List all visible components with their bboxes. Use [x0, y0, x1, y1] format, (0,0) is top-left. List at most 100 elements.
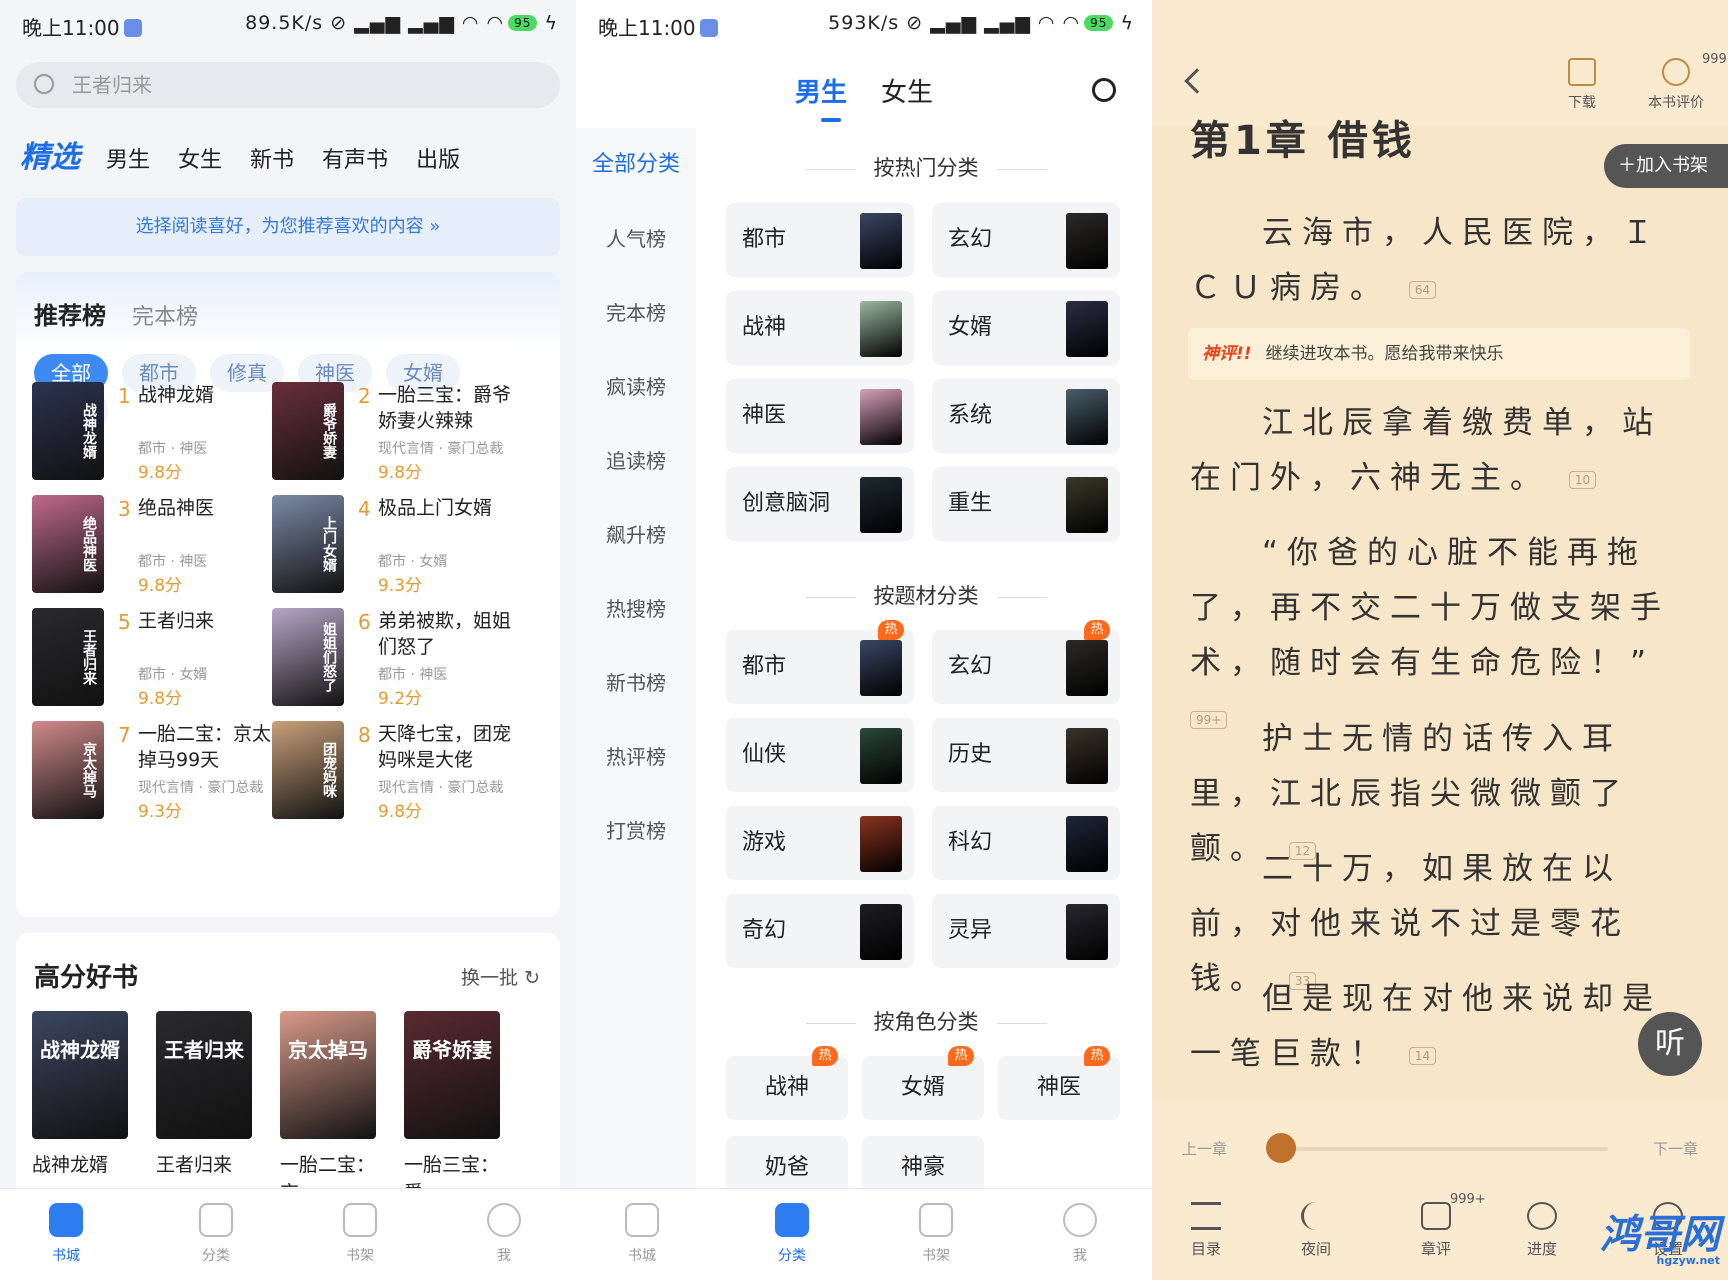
- refresh-button[interactable]: 换一批 ↻: [461, 963, 540, 990]
- toc-button[interactable]: 目录: [1166, 1202, 1246, 1259]
- category-item[interactable]: 玄幻: [932, 203, 1120, 277]
- sidebar-item[interactable]: 飙升榜: [576, 498, 696, 572]
- category-item[interactable]: 都市 热: [726, 620, 914, 704]
- menu-icon: [1191, 1202, 1221, 1230]
- hot-badge: 热: [878, 620, 904, 640]
- book-tags: 都市 · 神医: [378, 667, 448, 683]
- category-cover: [860, 728, 902, 784]
- preference-banner[interactable]: 选择阅读喜好，为您推荐喜欢的内容 »: [16, 198, 560, 256]
- progress-slider[interactable]: [1266, 1133, 1608, 1163]
- top-comment-text: 继续进攻本书。愿给我带来快乐: [1265, 344, 1504, 364]
- category-item[interactable]: 重生: [932, 467, 1120, 541]
- nav-me[interactable]: 我: [464, 1203, 544, 1265]
- nav-category[interactable]: 分类: [752, 1203, 832, 1265]
- category-item[interactable]: 系统: [932, 379, 1120, 453]
- top-comment-label: 神评!!: [1202, 344, 1252, 364]
- slider-knob[interactable]: [1266, 1133, 1296, 1163]
- sidebar-item[interactable]: 追读榜: [576, 424, 696, 498]
- search-icon[interactable]: [1092, 78, 1116, 102]
- book-item[interactable]: 京太掉马 7 一胎二宝：京太掉马99天 现代言情 · 豪门总裁 9.3分: [32, 721, 282, 822]
- sidebar-item[interactable]: 人气榜: [576, 202, 696, 276]
- search-bar[interactable]: 王者归来: [16, 62, 560, 108]
- role-label: 战神: [764, 1075, 809, 1100]
- tab-featured[interactable]: 精选: [20, 132, 80, 176]
- book-cover: 京太掉马: [32, 721, 104, 819]
- book-score: 9.8分: [138, 463, 183, 483]
- book-title: 王者归来: [138, 610, 215, 632]
- tab-new[interactable]: 新书: [250, 142, 294, 174]
- rating-button[interactable]: 本书评价999+: [1648, 52, 1728, 112]
- category-label: 玄幻: [948, 227, 993, 252]
- top-rated-book[interactable]: 战神龙婿 战神龙婿: [32, 1011, 132, 1179]
- category-item[interactable]: 奇幻: [726, 894, 914, 968]
- watermark: 鸿哥网 hgzyw.net: [1600, 1212, 1720, 1267]
- hot-badge: 热: [948, 1046, 974, 1066]
- rank-tab-complete[interactable]: 完本榜: [132, 305, 198, 330]
- nav-shelf[interactable]: 书架: [896, 1203, 976, 1265]
- user-icon: [1063, 1203, 1097, 1237]
- category-item[interactable]: 科幻: [932, 806, 1120, 880]
- rank-tab-recommend[interactable]: 推荐榜: [34, 302, 106, 330]
- sidebar-item[interactable]: 打赏榜: [576, 794, 696, 868]
- night-button[interactable]: 夜间: [1276, 1202, 1356, 1259]
- comment-count-badge[interactable]: 10: [1568, 470, 1597, 489]
- next-chapter-button[interactable]: 下一章: [1653, 1138, 1698, 1159]
- category-item[interactable]: 神医: [726, 379, 914, 453]
- download-button[interactable]: 下载: [1568, 58, 1596, 112]
- reader-panel: 下载 本书评价999+ 第1章 借钱 ＋加入书架 云海市，人民医院，ＩＣＵ病房。…: [1152, 0, 1728, 1280]
- tab-publish[interactable]: 出版: [416, 142, 460, 174]
- tab-male[interactable]: 男生: [795, 78, 847, 108]
- progress-button[interactable]: 进度: [1502, 1202, 1582, 1259]
- nav-store[interactable]: 书城: [26, 1203, 106, 1265]
- top-comment[interactable]: 神评!! 继续进攻本书。愿给我带来快乐: [1188, 328, 1690, 380]
- listen-button[interactable]: 听: [1638, 1012, 1702, 1076]
- role-item[interactable]: 神医热: [998, 1046, 1120, 1120]
- top-rated-book[interactable]: 爵爷娇妻一胎三宝：爵...: [404, 1011, 504, 1207]
- book-rank: 2: [358, 384, 371, 408]
- tab-audio[interactable]: 有声书: [322, 142, 388, 174]
- chapter-comments-button[interactable]: 章评 999+: [1396, 1192, 1486, 1259]
- back-icon[interactable]: [1184, 68, 1210, 94]
- category-item[interactable]: 女婿: [932, 291, 1120, 365]
- category-item[interactable]: 仙侠: [726, 718, 914, 792]
- category-item[interactable]: 创意脑洞: [726, 467, 914, 541]
- tab-male[interactable]: 男生: [106, 142, 150, 174]
- comment-count-badge[interactable]: 14: [1408, 1046, 1437, 1065]
- prev-chapter-button[interactable]: 上一章: [1182, 1138, 1227, 1159]
- book-item[interactable]: 爵爷娇妻 2 一胎三宝：爵爷娇妻火辣辣 现代言情 · 豪门总裁 9.8分: [272, 382, 522, 483]
- category-item[interactable]: 历史: [932, 718, 1120, 792]
- tab-female[interactable]: 女生: [881, 78, 933, 108]
- nav-shelf[interactable]: 书架: [320, 1203, 400, 1265]
- book-cover: 爵爷娇妻: [272, 382, 344, 480]
- category-item[interactable]: 游戏: [726, 806, 914, 880]
- book-item[interactable]: 王者归来 5 王者归来 都市 · 女婿 9.8分: [32, 608, 282, 709]
- add-to-shelf-button[interactable]: ＋加入书架: [1604, 144, 1728, 188]
- category-item[interactable]: 玄幻 热: [932, 620, 1120, 704]
- sidebar-item[interactable]: 热搜榜: [576, 572, 696, 646]
- category-item[interactable]: 都市: [726, 203, 914, 277]
- nav-me[interactable]: 我: [1040, 1203, 1120, 1265]
- comment-count-badge[interactable]: 64: [1408, 280, 1437, 299]
- book-item[interactable]: 上门女婿 4 极品上门女婿 都市 · 女婿 9.3分: [272, 495, 522, 596]
- category-item[interactable]: 灵异: [932, 894, 1120, 968]
- tab-female[interactable]: 女生: [178, 142, 222, 174]
- sidebar-item[interactable]: 完本榜: [576, 276, 696, 350]
- sidebar-item[interactable]: 全部分类: [576, 128, 696, 202]
- book-cover: 姐姐们怒了: [272, 608, 344, 706]
- top-rated-book[interactable]: 京太掉马一胎二宝：京...: [280, 1011, 380, 1207]
- nav-category[interactable]: 分类: [176, 1203, 256, 1265]
- top-rated-book[interactable]: 王者归来 王者归来: [156, 1011, 256, 1179]
- moon-icon: [1301, 1202, 1331, 1230]
- sidebar-item[interactable]: 热评榜: [576, 720, 696, 794]
- book-item[interactable]: 团宠妈咪 8 天降七宝，团宠妈咪是大佬 现代言情 · 豪门总裁 9.8分: [272, 721, 522, 822]
- role-item[interactable]: 女婿热: [862, 1046, 984, 1120]
- book-item[interactable]: 姐姐们怒了 6 弟弟被欺，姐姐们怒了 都市 · 神医 9.2分: [272, 608, 522, 709]
- role-item[interactable]: 战神热: [726, 1046, 848, 1120]
- book-item[interactable]: 绝品神医 3 绝品神医 都市 · 神医 9.8分: [32, 495, 282, 596]
- nav-store[interactable]: 书城: [602, 1203, 682, 1265]
- paragraph-text: “你爸的心脏不能再拖了，再不交二十万做支架手术，随时会有生命危险！”: [1190, 535, 1670, 681]
- book-item[interactable]: 战神龙婿 1 战神龙婿 都市 · 神医 9.8分: [32, 382, 282, 483]
- sidebar-item[interactable]: 疯读榜: [576, 350, 696, 424]
- category-item[interactable]: 战神: [726, 291, 914, 365]
- sidebar-item[interactable]: 新书榜: [576, 646, 696, 720]
